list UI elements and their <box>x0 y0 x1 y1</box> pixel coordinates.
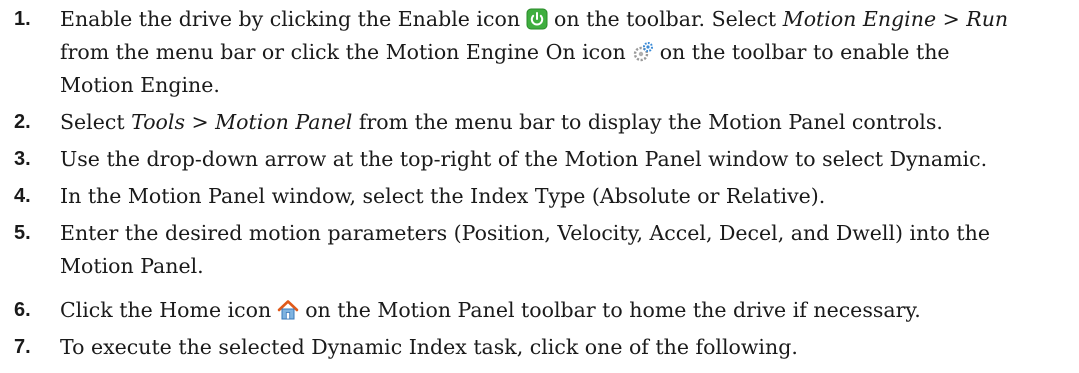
step-text: In the Motion Panel window, select the I… <box>60 184 826 208</box>
home-icon <box>277 299 299 321</box>
step-number: 1. <box>14 8 31 30</box>
step-number: 7. <box>14 336 31 358</box>
step-line: from the menu bar or click the Motion En… <box>60 37 1075 70</box>
gears-icon <box>632 41 654 63</box>
text-segment: on the toolbar to enable the <box>659 40 950 64</box>
text-segment: Enable the drive by clicking the Enable … <box>60 7 521 31</box>
step-number: 2. <box>14 111 31 133</box>
menu-path: Tools > Motion Panel <box>131 110 353 134</box>
text-segment: on the Motion Panel toolbar to home the … <box>305 298 921 322</box>
step-number: 5. <box>14 222 31 244</box>
step-line: Motion Panel. <box>60 254 204 278</box>
step-number: 6. <box>14 299 31 321</box>
step-text: To execute the selected Dynamic Index ta… <box>60 335 798 359</box>
menu-path: Motion Engine > Run <box>782 7 1009 31</box>
step-text: Use the drop-down arrow at the top-right… <box>60 147 988 171</box>
step-number: 3. <box>14 148 31 170</box>
step-text: Select Tools > Motion Panel from the men… <box>60 107 1075 138</box>
step-line: Enable the drive by clicking the Enable … <box>60 4 1075 37</box>
step-text: Enable the drive by clicking the Enable … <box>60 4 1075 101</box>
text-segment: Click the Home icon <box>60 298 272 322</box>
step-text: Click the Home icon on the Motion Panel t… <box>60 295 1075 326</box>
text-segment: Select <box>60 110 125 134</box>
text-segment: on the toolbar. Select <box>554 7 777 31</box>
step-number: 4. <box>14 185 31 207</box>
step-text: Enter the desired motion parameters (Pos… <box>60 218 1075 282</box>
text-segment: Motion Engine. <box>60 73 220 97</box>
text-segment: from the menu bar to display the Motion … <box>358 110 943 134</box>
power-icon <box>526 8 548 30</box>
text-segment: from the menu bar or click the Motion En… <box>60 40 626 64</box>
step-line: Enter the desired motion parameters (Pos… <box>60 221 990 245</box>
step-line: Motion Engine. <box>60 70 1075 101</box>
